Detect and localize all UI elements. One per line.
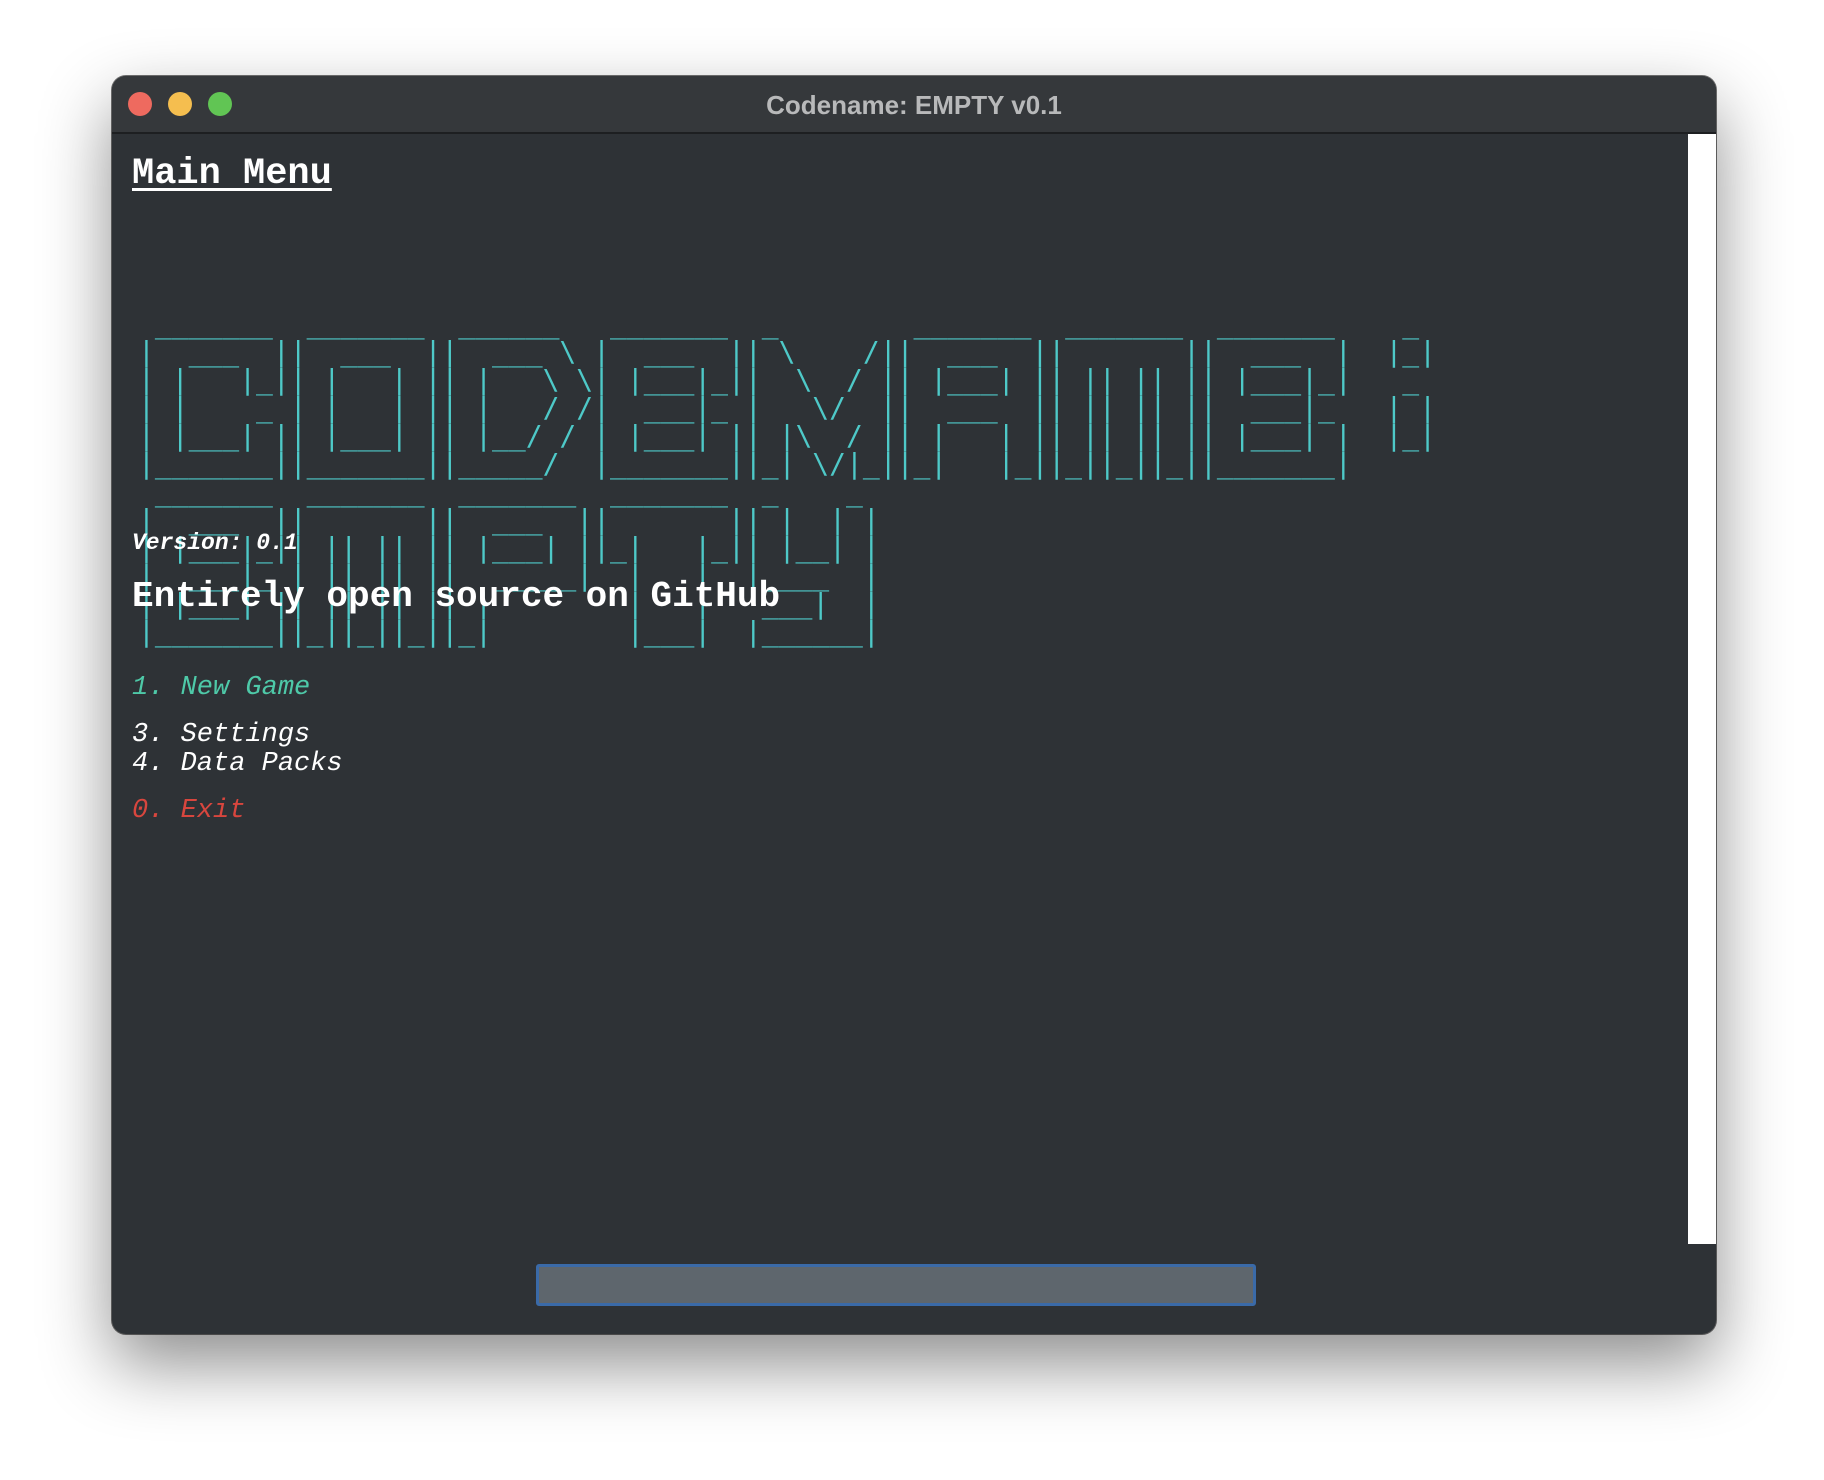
app-window: Codename: EMPTY v0.1 Main Menu _______ _… [112, 76, 1716, 1334]
menu-item-new-game[interactable]: 1. New Game [132, 674, 343, 703]
version-label: Version: 0.1 [132, 530, 298, 556]
window-title: Codename: EMPTY v0.1 [766, 90, 1062, 120]
terminal-output: Main Menu _______ _______ ______ _______… [132, 150, 1632, 826]
tagline: Entirely open source on GitHub [132, 576, 781, 617]
main-menu: 1. New Game 3. Settings 4. Data Packs 0.… [132, 674, 343, 826]
menu-item-data-packs[interactable]: 4. Data Packs [132, 750, 343, 779]
vertical-scrollbar[interactable] [1688, 134, 1716, 1244]
menu-item-exit[interactable]: 0. Exit [132, 797, 343, 826]
page-title: Main Menu [132, 153, 332, 195]
menu-item-settings[interactable]: 3. Settings [132, 721, 343, 750]
command-input[interactable] [536, 1264, 1256, 1306]
title-bar[interactable]: Codename: EMPTY v0.1 [112, 76, 1716, 134]
